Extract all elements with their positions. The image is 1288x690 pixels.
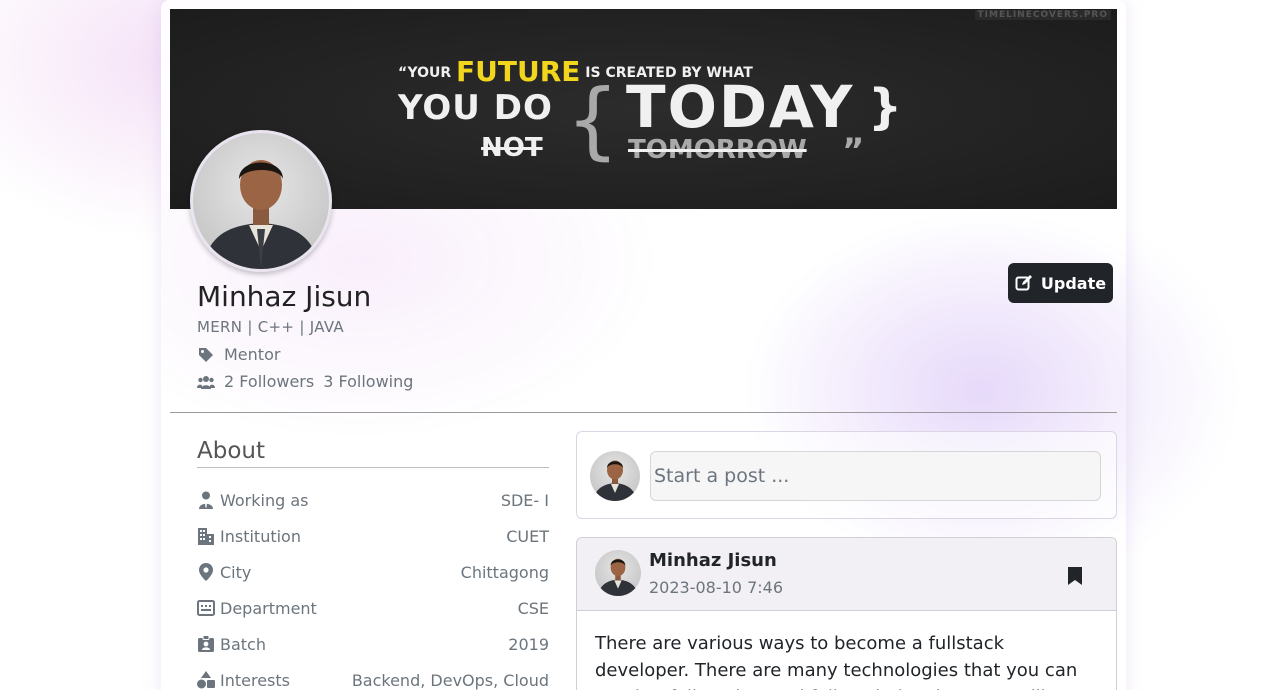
tag-icon (197, 346, 215, 364)
brace-right: } (868, 79, 903, 135)
update-label: Update (1040, 273, 1107, 293)
about-row-batch: Batch 2019 (197, 632, 549, 656)
post-timestamp: 2023-08-10 7:46 (649, 578, 783, 597)
quote-close: ” (842, 131, 865, 171)
about-row-interests: Interests Backend, DevOps, Cloud (197, 668, 549, 690)
about-label: Department (220, 598, 317, 618)
person-tie-icon (197, 491, 215, 509)
quote-not: NOT (481, 133, 543, 163)
composer-avatar[interactable] (590, 451, 640, 501)
about-rule (197, 467, 549, 468)
about-title: About (197, 438, 266, 464)
post-body: There are various ways to become a fulls… (595, 633, 1078, 690)
role-label: Mentor (224, 345, 281, 364)
start-post-input[interactable] (650, 451, 1101, 501)
about-row-institution: Institution CUET (197, 524, 549, 548)
users-icon (197, 373, 215, 391)
quote-tomorrow: TOMORROW (628, 135, 807, 165)
id-badge-icon (197, 635, 215, 653)
quote-open: “YOUR (398, 65, 452, 81)
about-label: Institution (220, 526, 301, 546)
about-label: Batch (220, 634, 266, 654)
about-row-working: Working as SDE- I (197, 488, 549, 512)
bookmark-icon[interactable] (1067, 566, 1083, 586)
profile-tagline: MERN | C++ | JAVA (197, 318, 344, 336)
about-value: Backend, DevOps, Cloud (351, 670, 549, 690)
about-value: CSE (517, 598, 549, 618)
post-composer (576, 431, 1117, 519)
post-header: Minhaz Jisun 2023-08-10 7:46 (577, 538, 1116, 611)
quote-today: TODAY (626, 73, 855, 141)
location-pin-icon (197, 563, 215, 581)
following-link[interactable]: 3 Following (323, 372, 413, 391)
quote-line2: YOU DO (398, 88, 553, 128)
cover-watermark: TIMELINECOVERS.PRO (974, 10, 1111, 20)
profile-card: TIMELINECOVERS.PRO “YOUR FUTURE IS CREAT… (161, 0, 1126, 690)
update-button[interactable]: Update (1008, 263, 1113, 303)
role-row: Mentor (197, 345, 280, 364)
about-row-department: Department CSE (197, 596, 549, 620)
section-divider (170, 412, 1117, 413)
about-value: 2019 (508, 634, 549, 654)
about-label: Interests (220, 670, 290, 690)
edit-icon (1015, 274, 1033, 292)
followers-link[interactable]: 2 Followers (224, 372, 314, 391)
about-value: CUET (506, 526, 549, 546)
quote-future: FUTURE (456, 55, 581, 88)
profile-name: Minhaz Jisun (197, 280, 372, 313)
cover-quote: “YOUR FUTURE IS CREATED BY WHAT YOU DO N… (398, 43, 918, 173)
building-icon (197, 527, 215, 545)
post-author-avatar[interactable] (595, 550, 641, 596)
about-value: Chittagong (460, 562, 549, 582)
brace-left: { (566, 71, 620, 169)
department-icon (197, 599, 215, 617)
about-label: City (220, 562, 252, 582)
about-value: SDE- I (500, 490, 549, 510)
post-author-name[interactable]: Minhaz Jisun (649, 550, 777, 571)
about-label: Working as (220, 490, 309, 510)
follow-row: 2 Followers 3 Following (197, 372, 413, 391)
profile-avatar[interactable] (190, 130, 332, 272)
post-card: Minhaz Jisun 2023-08-10 7:46 There are v… (576, 537, 1117, 690)
about-row-city: City Chittagong (197, 560, 549, 584)
shapes-icon (197, 671, 215, 689)
